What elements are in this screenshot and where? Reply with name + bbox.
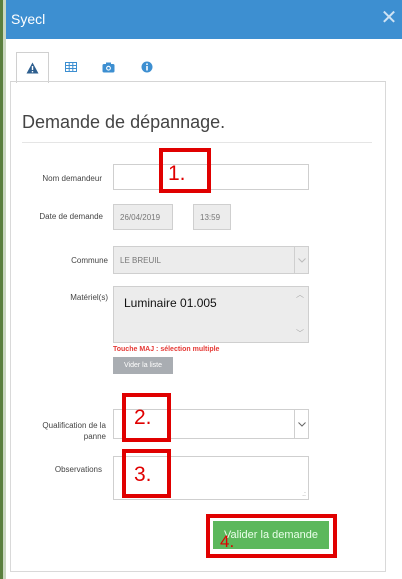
chevron-down-icon — [294, 247, 308, 273]
page-title: Demande de dépannage. — [22, 112, 226, 132]
materiels-listbox[interactable]: Luminaire 01.005 ︿ ﹀ — [113, 286, 309, 343]
tab-camera[interactable] — [92, 52, 125, 82]
warning-icon — [26, 62, 39, 74]
commune-value: LE BREUIL — [120, 255, 161, 265]
title-divider — [22, 142, 372, 143]
resize-grip-icon[interactable]: .: — [302, 491, 306, 498]
date-input[interactable]: 26/04/2019 — [113, 204, 173, 230]
window-title: Syecl — [11, 11, 46, 27]
annotation-label-3: 3. — [134, 463, 152, 486]
annotation-label-2: 2. — [134, 406, 152, 429]
scroll-down-icon[interactable]: ﹀ — [296, 328, 304, 339]
camera-icon — [102, 62, 115, 72]
tab-info[interactable] — [130, 52, 163, 82]
annotation-label-1: 1. — [168, 162, 186, 185]
tab-warning[interactable] — [16, 52, 49, 83]
materiels-label: Matériel(s) — [70, 293, 108, 302]
qualification-label: Qualification de la panne — [42, 421, 106, 441]
scroll-up-icon[interactable]: ︿ — [296, 289, 304, 300]
observations-label: Observations — [54, 465, 102, 474]
materiel-item[interactable]: Luminaire 01.005 — [124, 296, 217, 310]
chevron-down-icon — [294, 410, 308, 438]
info-icon — [141, 61, 152, 73]
nom-demandeur-label: Nom demandeur — [42, 174, 102, 183]
tab-grid[interactable] — [54, 52, 87, 82]
commune-select[interactable]: LE BREUIL — [113, 246, 309, 274]
clear-list-button[interactable]: Vider la liste — [113, 357, 173, 374]
close-icon[interactable]: ✕ — [379, 7, 399, 29]
nom-demandeur-input[interactable] — [113, 164, 309, 190]
time-input[interactable]: 13:59 — [193, 204, 231, 230]
titlebar: Syecl ✕ — [6, 0, 402, 39]
commune-label: Commune — [71, 256, 108, 265]
grid-icon — [64, 62, 77, 72]
date-demande-label: Date de demande — [39, 212, 103, 221]
annotation-label-4: 4. — [220, 532, 235, 551]
multi-select-hint: Touche MAJ : sélection multiple — [113, 346, 220, 353]
